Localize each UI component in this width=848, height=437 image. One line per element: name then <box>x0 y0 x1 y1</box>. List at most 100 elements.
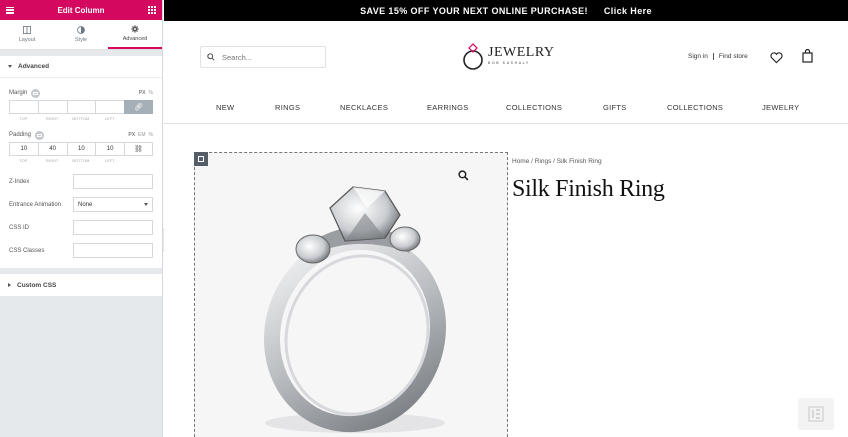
tab-layout[interactable]: Layout <box>0 20 54 49</box>
dim-sublabel: LEFT <box>104 158 115 163</box>
unit-percent[interactable]: % <box>149 90 153 96</box>
nav-item-collections-2[interactable]: COLLECTIONS <box>667 103 723 112</box>
chevron-down-icon <box>144 203 148 206</box>
entrance-animation-select[interactable]: None <box>73 197 153 212</box>
search-icon <box>207 53 215 61</box>
promo-text: SAVE 15% OFF YOUR NEXT ONLINE PURCHASE! <box>360 5 588 16</box>
nav-item-necklaces[interactable]: NECKLACES <box>340 103 388 112</box>
padding-control-header: Padding PX EM % <box>0 128 162 142</box>
dim-sublabel: BOTTOM <box>72 116 90 121</box>
css-id-row: CSS ID <box>0 216 162 239</box>
padding-units: PX EM % <box>128 132 153 138</box>
padding-inputs: 10 40 10 10 ⛓︎ <box>0 142 162 156</box>
dim-sublabel: TOP <box>19 116 28 121</box>
product-title: Silk Finish Ring <box>512 176 665 202</box>
panel-title: Edit Column <box>57 5 105 15</box>
product-image[interactable] <box>194 152 508 437</box>
site-logo[interactable]: JEWELRY BOB KASHALY <box>462 41 555 71</box>
advanced-section-toggle[interactable]: Advanced <box>0 56 162 78</box>
custom-css-section: Custom CSS <box>0 274 162 296</box>
section-title: Custom CSS <box>17 281 57 289</box>
css-classes-input[interactable] <box>73 243 153 258</box>
search-box[interactable] <box>200 46 326 68</box>
column-icon <box>198 156 204 162</box>
panel-tabs: Layout Style Advanced <box>0 20 162 50</box>
margin-label: Margin <box>9 90 28 96</box>
advanced-section: Advanced Margin PX % 🔗︎ TOP RIGHT BOTTOM… <box>0 56 162 268</box>
css-id-input[interactable] <box>73 220 153 235</box>
nav-item-earrings[interactable]: EARRINGS <box>427 103 469 112</box>
unit-em[interactable]: EM <box>138 132 146 138</box>
column-handle[interactable] <box>194 152 208 166</box>
heart-icon[interactable] <box>770 52 783 64</box>
ring-logo-icon <box>463 43 483 70</box>
custom-css-section-toggle[interactable]: Custom CSS <box>0 274 162 296</box>
unit-px[interactable]: PX <box>128 132 135 138</box>
margin-left-input[interactable] <box>95 100 124 114</box>
site-preview: SAVE 15% OFF YOUR NEXT ONLINE PURCHASE! … <box>164 0 848 437</box>
entrance-animation-value: None <box>78 201 93 208</box>
padding-right-input[interactable]: 40 <box>37 142 67 156</box>
nav-item-rings[interactable]: RINGS <box>275 103 300 112</box>
padding-bottom-input[interactable]: 10 <box>66 142 96 156</box>
nav-item-collections[interactable]: COLLECTIONS <box>506 103 562 112</box>
css-id-label: CSS ID <box>9 224 30 231</box>
dim-sublabel: LEFT <box>104 116 115 121</box>
promo-link[interactable]: Click Here <box>604 6 652 16</box>
tab-advanced[interactable]: Advanced <box>108 20 162 49</box>
elementor-watermark-icon <box>798 398 834 430</box>
caret-down-icon <box>8 65 12 68</box>
dim-sublabel: BOTTOM <box>72 158 90 163</box>
z-index-row: Z-Index <box>0 170 162 193</box>
nav-item-jewelry[interactable]: JEWELRY <box>762 103 799 112</box>
ring-image <box>263 186 447 433</box>
panel-header: Edit Column <box>0 0 162 20</box>
style-icon <box>77 26 85 34</box>
z-index-input[interactable] <box>73 174 153 189</box>
zoom-icon[interactable] <box>458 170 469 181</box>
padding-top-input[interactable]: 10 <box>9 142 38 156</box>
z-index-label: Z-Index <box>9 178 30 185</box>
gear-icon <box>131 25 139 33</box>
unit-percent[interactable]: % <box>149 132 153 138</box>
padding-label: Padding <box>9 132 32 138</box>
tab-label: Layout <box>18 37 36 43</box>
margin-bottom-input[interactable] <box>66 100 96 114</box>
section-title: Advanced <box>18 63 50 70</box>
logo-subtext: BOB KASHALY <box>488 61 530 66</box>
margin-units: PX % <box>139 90 153 96</box>
layout-icon <box>23 26 31 34</box>
menu-icon[interactable] <box>6 6 14 14</box>
css-classes-row: CSS Classes <box>0 239 162 262</box>
dim-sublabel: RIGHT <box>45 116 59 121</box>
padding-left-input[interactable]: 10 <box>95 142 124 156</box>
main-nav: NEW RINGS NECKLACES EARRINGS COLLECTIONS… <box>164 94 848 124</box>
tab-label: Style <box>74 37 88 43</box>
breadcrumb[interactable]: Home / Rings / Silk Finish Ring <box>512 158 602 165</box>
widgets-grid-icon[interactable] <box>147 6 156 14</box>
logo-text: JEWELRY <box>488 45 555 61</box>
css-classes-label: CSS Classes <box>9 247 45 254</box>
tab-style[interactable]: Style <box>54 20 108 49</box>
unlink-values-icon[interactable]: ⛓︎ <box>124 142 153 156</box>
search-input[interactable] <box>222 52 312 62</box>
dim-sublabel: TOP <box>19 158 28 163</box>
nav-item-new[interactable]: NEW <box>216 103 234 112</box>
responsive-desktop-icon[interactable] <box>31 88 41 98</box>
find-store-link[interactable]: Find store <box>719 53 748 60</box>
responsive-desktop-icon[interactable] <box>35 130 45 140</box>
link-values-icon[interactable]: 🔗︎ <box>124 100 153 114</box>
shopping-bag-icon[interactable] <box>802 49 813 63</box>
dim-sublabel: RIGHT <box>45 158 59 163</box>
margin-right-input[interactable] <box>37 100 67 114</box>
margin-inputs: 🔗︎ <box>0 100 162 114</box>
margin-control-header: Margin PX % <box>0 86 162 100</box>
sign-in-link[interactable]: Sign in <box>688 53 708 60</box>
divider <box>712 53 714 60</box>
nav-item-gifts[interactable]: GIFTS <box>603 103 627 112</box>
unit-px[interactable]: PX <box>139 90 146 96</box>
margin-top-input[interactable] <box>9 100 38 114</box>
account-links: Sign in Find store <box>688 53 748 60</box>
padding-sublabels: TOP RIGHT BOTTOM LEFT <box>0 156 162 166</box>
promo-bar: SAVE 15% OFF YOUR NEXT ONLINE PURCHASE! … <box>164 0 848 21</box>
